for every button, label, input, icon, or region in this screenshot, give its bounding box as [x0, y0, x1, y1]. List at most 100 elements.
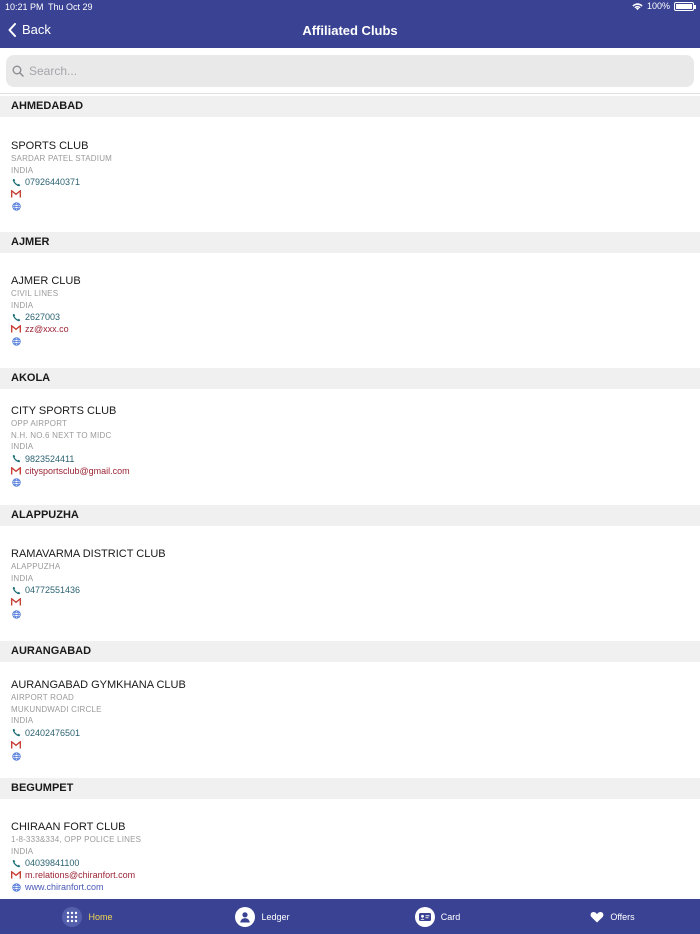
section-begumpet: BEGUMPET CHIRAAN FORT CLUB 1-8-333&334, …: [0, 778, 700, 899]
section-aurangabad: AURANGABAD AURANGABAD GYMKHANA CLUB AIRP…: [0, 641, 700, 778]
person-icon: [235, 906, 256, 927]
email-row[interactable]: zz@xxx.co: [11, 323, 689, 335]
search-field[interactable]: [6, 55, 694, 87]
globe-icon: [11, 478, 21, 488]
email-row[interactable]: m.relations@chiranfort.com: [11, 869, 689, 881]
email-address: zz@xxx.co: [25, 324, 69, 334]
phone-number: 9823524411: [25, 453, 75, 464]
globe-icon: [11, 609, 21, 619]
email-row[interactable]: [11, 596, 689, 608]
section-ajmer: AJMER AJMER CLUB CIVIL LINES INDIA 26270…: [0, 232, 700, 368]
phone-row[interactable]: 02402476501: [11, 727, 689, 739]
club-address-line: SARDAR PATEL STADIUM: [11, 154, 113, 163]
globe-icon: [11, 201, 21, 211]
phone-number: 2627003: [25, 312, 61, 322]
globe-icon: [11, 882, 21, 892]
tab-ledger[interactable]: Ledger: [175, 899, 350, 934]
club-card[interactable]: CITY SPORTS CLUB OPP AIRPORT N.H. NO.6 N…: [0, 389, 700, 505]
phone-number: 02402476501: [25, 727, 81, 738]
tab-label: Offers: [610, 911, 635, 922]
club-name: AJMER CLUB: [11, 275, 81, 287]
website-row[interactable]: www.chiranfort.com: [11, 881, 689, 893]
globe-icon: [11, 336, 21, 346]
battery-icon: [674, 1, 696, 11]
search-bar: [0, 48, 700, 94]
page-title: Affiliated Clubs: [302, 23, 398, 38]
section-header: BEGUMPET: [0, 778, 700, 799]
email-row[interactable]: citysportsclub@gmail.com: [11, 465, 689, 477]
section-header: AURANGABAD: [0, 641, 700, 662]
navigation-bar: 10:21 PM Thu Oct 29 100% Back Affiliated…: [0, 0, 700, 48]
section-header: AHMEDABAD: [0, 96, 700, 117]
tab-label: Card: [440, 911, 461, 922]
section-header: AJMER: [0, 232, 700, 253]
section-header: AKOLA: [0, 368, 700, 389]
section-header: ALAPPUZHA: [0, 505, 700, 526]
club-address-line: CIVIL LINES: [11, 289, 59, 298]
gmail-icon: [11, 189, 21, 199]
wifi-icon: [632, 2, 643, 10]
search-input[interactable]: [29, 64, 669, 78]
club-card[interactable]: SPORTS CLUB SARDAR PATEL STADIUM INDIA 0…: [0, 117, 700, 232]
website-row[interactable]: [11, 477, 689, 489]
phone-icon: [11, 585, 21, 595]
email-row[interactable]: [11, 188, 689, 200]
heart-icon: [590, 911, 604, 922]
status-indicators: 100%: [632, 1, 696, 11]
phone-row[interactable]: 9823524411: [11, 453, 689, 465]
phone-number: 04039841100: [25, 858, 80, 868]
club-address-line: INDIA: [11, 716, 34, 725]
id-card-icon: [414, 906, 435, 927]
website-link: www.chiranfort.com: [25, 882, 104, 892]
club-name: SPORTS CLUB: [11, 140, 89, 152]
battery-percent: 100%: [646, 1, 670, 11]
club-card[interactable]: AURANGABAD GYMKHANA CLUB AIRPORT ROAD MU…: [0, 662, 700, 778]
website-row[interactable]: [11, 335, 689, 347]
tab-card[interactable]: Card: [350, 899, 525, 934]
status-time: 10:21 PM: [5, 2, 44, 12]
phone-icon: [11, 858, 21, 868]
email-row[interactable]: [11, 739, 689, 751]
club-address-line: 1-8-333&334, OPP POLICE LINES: [11, 835, 142, 844]
grid-icon: [62, 906, 83, 927]
club-address-line: N.H. NO.6 NEXT TO MIDC: [11, 430, 112, 440]
tab-home[interactable]: Home: [0, 899, 175, 934]
phone-row[interactable]: 07926440371: [11, 176, 689, 188]
gmail-icon: [11, 324, 21, 334]
phone-icon: [11, 454, 21, 464]
tab-label: Home: [88, 911, 113, 922]
section-alappuzha: ALAPPUZHA RAMAVARMA DISTRICT CLUB ALAPPU…: [0, 505, 700, 641]
gmail-icon: [11, 740, 21, 750]
phone-number: 04772551436: [25, 585, 81, 595]
phone-icon: [11, 312, 21, 322]
website-row[interactable]: [11, 608, 689, 620]
club-address-line: INDIA: [11, 442, 34, 451]
club-address-line: INDIA: [11, 573, 34, 583]
phone-row[interactable]: 04772551436: [11, 584, 689, 596]
email-address: m.relations@chiranfort.com: [25, 870, 136, 880]
clubs-list[interactable]: AHMEDABAD SPORTS CLUB SARDAR PATEL STADI…: [0, 96, 700, 899]
club-card[interactable]: CHIRAAN FORT CLUB 1-8-333&334, OPP POLIC…: [0, 799, 700, 899]
club-card[interactable]: AJMER CLUB CIVIL LINES INDIA 2627003 zz@…: [0, 253, 700, 368]
search-icon: [12, 65, 24, 77]
phone-icon: [11, 728, 21, 738]
club-address-line: ALAPPUZHA: [11, 562, 61, 571]
club-address-line: INDIA: [11, 846, 34, 856]
website-row[interactable]: [11, 200, 689, 212]
tab-label: Ledger: [261, 911, 290, 922]
club-name: RAMAVARMA DISTRICT CLUB: [11, 548, 166, 560]
phone-row[interactable]: 2627003: [11, 311, 689, 323]
club-name: CITY SPORTS CLUB: [11, 405, 117, 417]
club-card[interactable]: RAMAVARMA DISTRICT CLUB ALAPPUZHA INDIA …: [0, 526, 700, 641]
website-row[interactable]: [11, 751, 689, 763]
gmail-icon: [11, 466, 21, 476]
club-address-line: AIRPORT ROAD: [11, 693, 75, 702]
gmail-icon: [11, 870, 21, 880]
tab-offers[interactable]: Offers: [525, 899, 700, 934]
club-address-line: INDIA: [11, 300, 34, 310]
club-name: CHIRAAN FORT CLUB: [11, 821, 126, 833]
phone-row[interactable]: 04039841100: [11, 857, 689, 869]
club-address-line: MUKUNDWADI CIRCLE: [11, 704, 102, 714]
phone-icon: [11, 177, 21, 187]
club-name: AURANGABAD GYMKHANA CLUB: [11, 679, 186, 691]
